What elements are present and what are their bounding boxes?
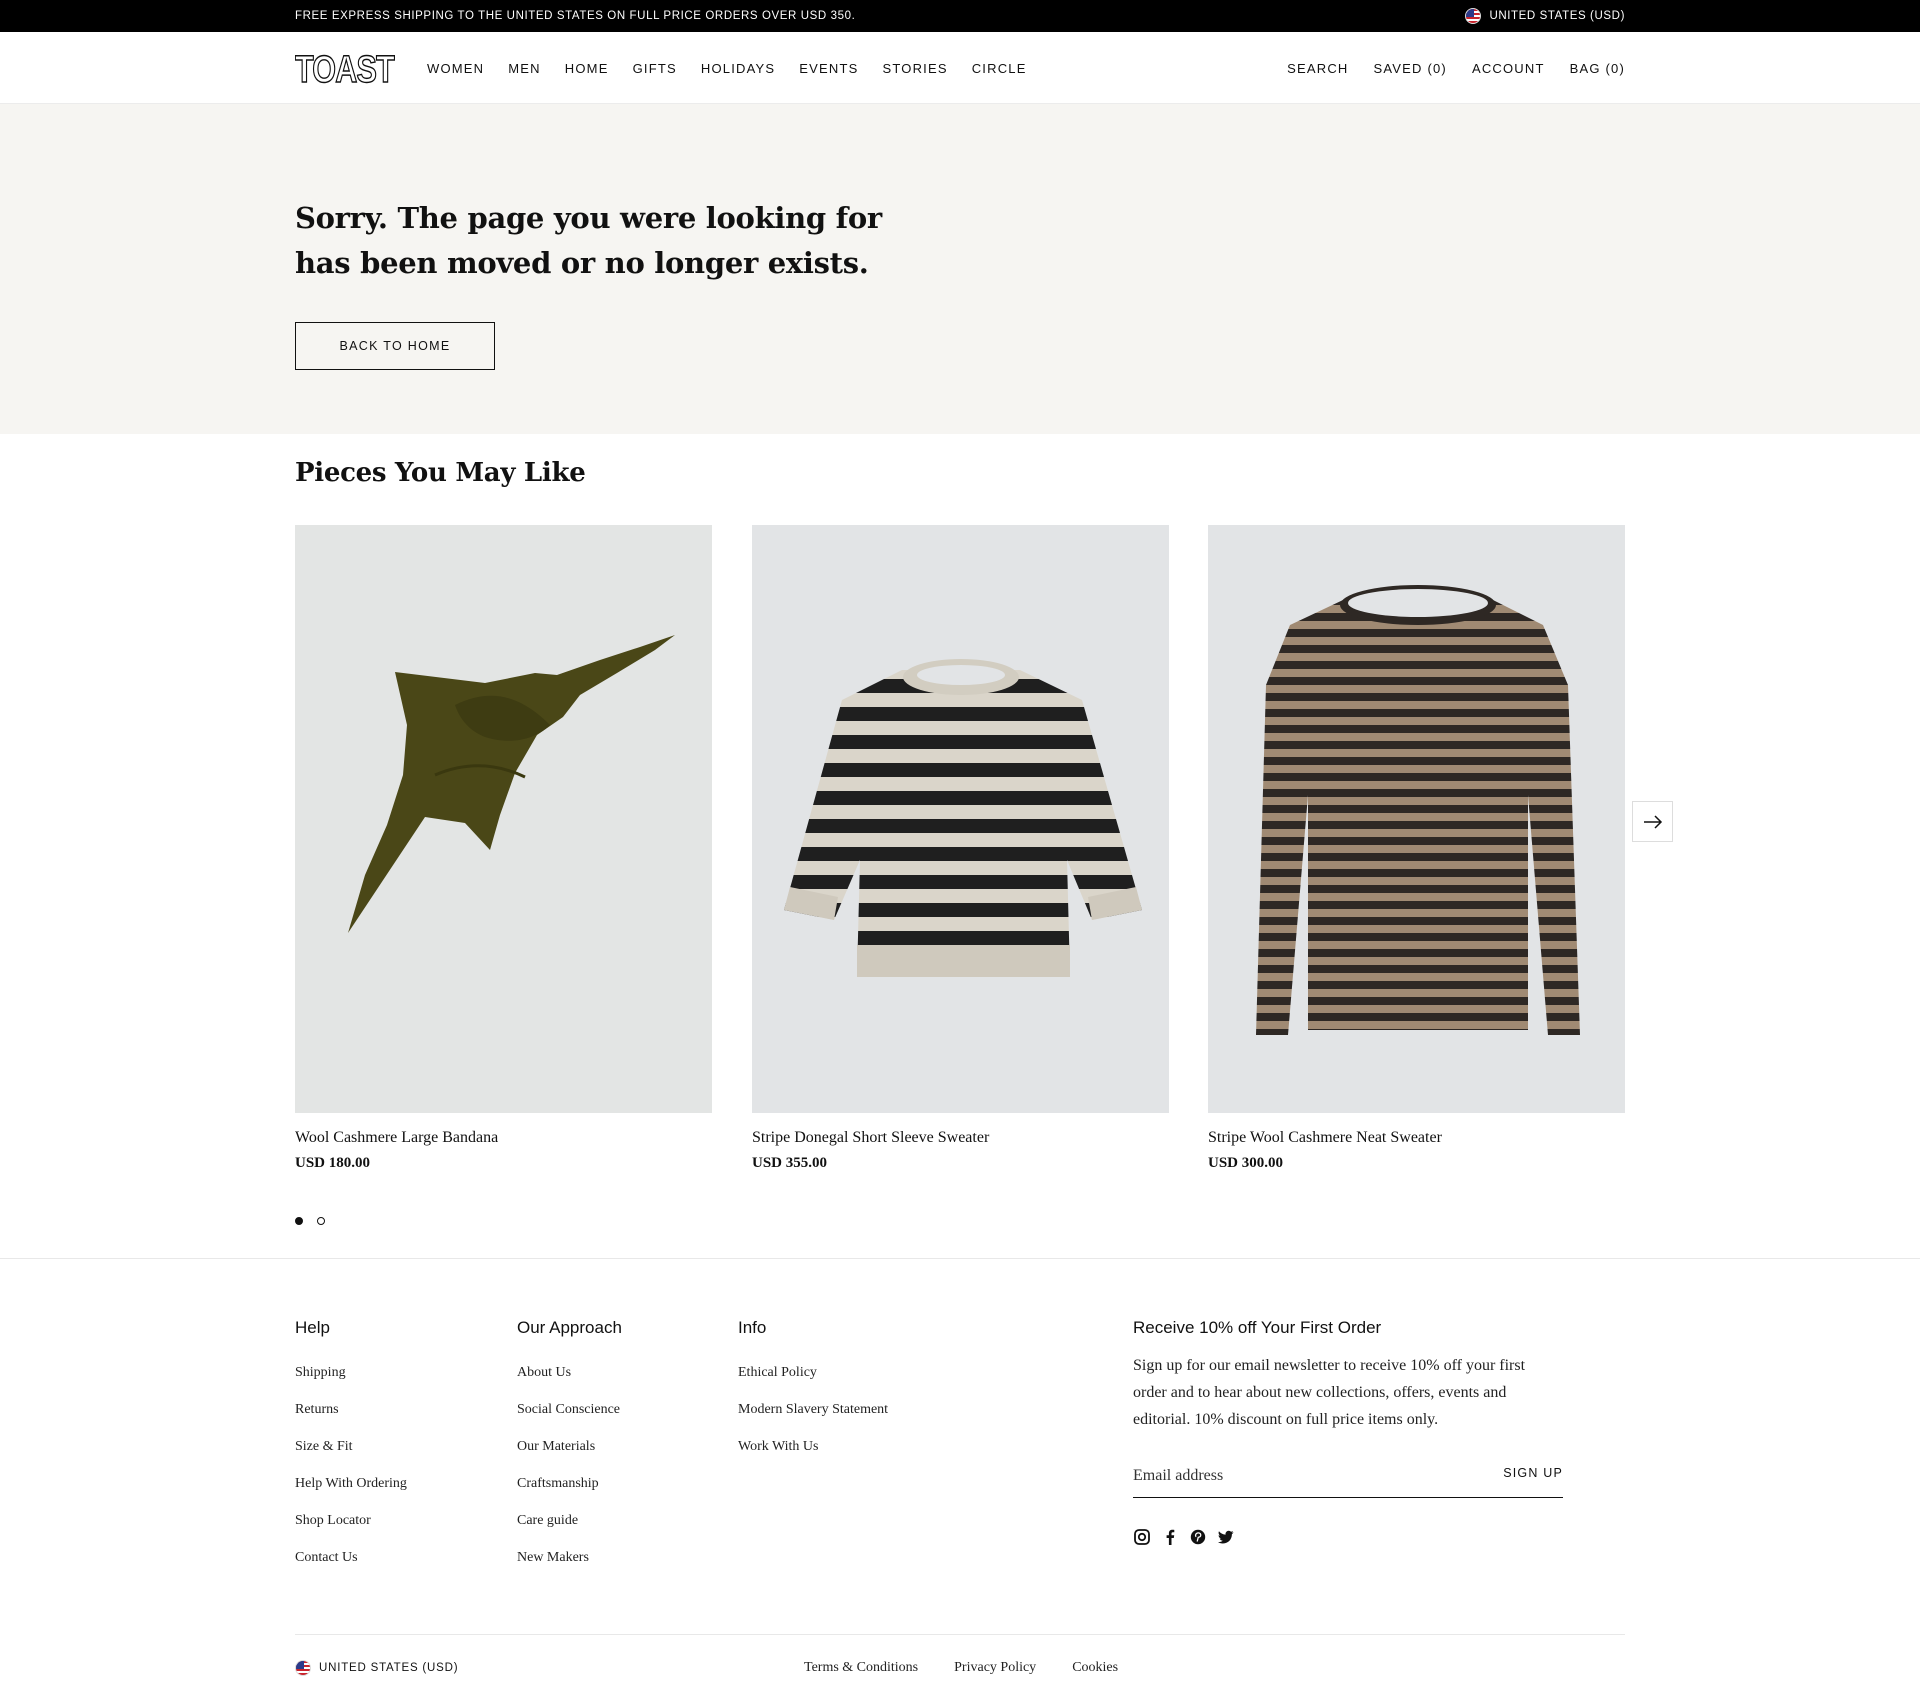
nav-stories[interactable]: STORIES (882, 61, 947, 76)
saved-link[interactable]: SAVED (0) (1374, 61, 1447, 76)
product-image-bandana[interactable] (295, 525, 712, 1113)
nav-holidays[interactable]: HOLIDAYS (701, 61, 775, 76)
us-flag-icon (1465, 8, 1482, 24)
nav-men[interactable]: MEN (508, 61, 541, 76)
twitter-icon[interactable] (1217, 1528, 1235, 1546)
region-label: UNITED STATES (USD) (1489, 10, 1625, 22)
account-link[interactable]: ACCOUNT (1472, 61, 1545, 76)
announcement-bar: FREE EXPRESS SHIPPING TO THE UNITED STAT… (0, 0, 1920, 32)
footer-divider (295, 1634, 1625, 1635)
email-form: SIGN UP (1133, 1458, 1563, 1498)
footer-link-ethical-policy[interactable]: Ethical Policy (738, 1354, 888, 1391)
shipping-message: FREE EXPRESS SHIPPING TO THE UNITED STAT… (295, 10, 856, 22)
footer-link-about[interactable]: About Us (517, 1354, 622, 1391)
footer-info-title: Info (738, 1318, 767, 1337)
back-to-home-button[interactable]: BACK TO HOME (295, 322, 495, 370)
product-image-stripe-cashmere[interactable] (1208, 525, 1625, 1113)
toast-logo[interactable]: TOAST (295, 50, 395, 86)
newsletter-description: Sign up for our email newsletter to rece… (1133, 1357, 1526, 1428)
product-card[interactable]: Stripe Donegal Short Sleeve Sweater USD … (752, 525, 1169, 1172)
pinterest-icon[interactable] (1189, 1528, 1207, 1546)
footer-help-title: Help (295, 1318, 330, 1337)
nav-circle[interactable]: CIRCLE (972, 61, 1027, 76)
nav-home[interactable]: HOME (565, 61, 609, 76)
product-name[interactable]: Stripe Donegal Short Sleeve Sweater (752, 1129, 1169, 1147)
footer-link-new-makers[interactable]: New Makers (517, 1539, 622, 1576)
footer-link-craftsmanship[interactable]: Craftsmanship (517, 1465, 622, 1502)
footer-link-contact[interactable]: Contact Us (295, 1539, 407, 1576)
footer-help: Help Shipping Returns Size & Fit Help Wi… (295, 1318, 407, 1576)
section-divider (0, 1258, 1920, 1259)
footer-info: Info Ethical Policy Modern Slavery State… (738, 1318, 888, 1465)
footer-link-materials[interactable]: Our Materials (517, 1428, 622, 1465)
social-links (1133, 1528, 1235, 1546)
product-price: USD 355.00 (752, 1155, 828, 1171)
cookies-link[interactable]: Cookies (1072, 1660, 1118, 1676)
footer-link-work-with-us[interactable]: Work With Us (738, 1428, 888, 1465)
product-card[interactable]: Stripe Wool Cashmere Neat Sweater USD 30… (1208, 525, 1625, 1172)
bag-link[interactable]: BAG (0) (1570, 61, 1625, 76)
footer-link-returns[interactable]: Returns (295, 1391, 407, 1428)
footer-link-help-ordering[interactable]: Help With Ordering (295, 1465, 407, 1502)
product-price: USD 300.00 (1208, 1155, 1284, 1171)
footer-link-shop-locator[interactable]: Shop Locator (295, 1502, 407, 1539)
recommendations-title: Pieces You May Like (295, 458, 586, 488)
footer-link-social-conscience[interactable]: Social Conscience (517, 1391, 622, 1428)
sign-up-button[interactable]: SIGN UP (1503, 1466, 1563, 1480)
footer-region-label: UNITED STATES (USD) (319, 1662, 459, 1674)
product-name[interactable]: Stripe Wool Cashmere Neat Sweater (1208, 1129, 1625, 1147)
carousel-pagination (295, 1217, 325, 1225)
email-input[interactable] (1133, 1458, 1463, 1494)
footer-link-shipping[interactable]: Shipping (295, 1354, 407, 1391)
carousel-dot-2[interactable] (317, 1217, 325, 1225)
arrow-right-icon (1643, 814, 1662, 829)
terms-link[interactable]: Terms & Conditions (804, 1660, 918, 1676)
legal-links: Terms & Conditions Privacy Policy Cookie… (804, 1660, 1118, 1676)
nav-gifts[interactable]: GIFTS (633, 61, 677, 76)
footer-region-selector[interactable]: UNITED STATES (USD) (295, 1660, 458, 1676)
utility-nav: SEARCH SAVED (0) ACCOUNT BAG (0) (1287, 32, 1625, 104)
product-price: USD 180.00 (295, 1155, 371, 1171)
product-card[interactable]: Wool Cashmere Large Bandana USD 180.00 (295, 525, 712, 1172)
footer-approach-title: Our Approach (517, 1318, 622, 1337)
footer-link-modern-slavery[interactable]: Modern Slavery Statement (738, 1391, 888, 1428)
product-image-stripe-donegal[interactable] (752, 525, 1169, 1113)
nav-events[interactable]: EVENTS (799, 61, 858, 76)
carousel-dot-1[interactable] (295, 1217, 303, 1225)
privacy-link[interactable]: Privacy Policy (954, 1660, 1036, 1676)
main-nav: WOMEN MEN HOME GIFTS HOLIDAYS EVENTS STO… (427, 32, 1027, 104)
product-name[interactable]: Wool Cashmere Large Bandana (295, 1129, 712, 1147)
footer-link-care-guide[interactable]: Care guide (517, 1502, 622, 1539)
error-hero: Sorry. The page you were looking for has… (0, 104, 1920, 434)
us-flag-icon (295, 1660, 311, 1676)
facebook-icon[interactable] (1161, 1528, 1179, 1546)
carousel-next-button[interactable] (1632, 801, 1673, 842)
error-heading: Sorry. The page you were looking for has… (295, 201, 882, 280)
instagram-icon[interactable] (1133, 1528, 1151, 1546)
svg-text:TOAST: TOAST (295, 50, 395, 86)
footer-link-size-fit[interactable]: Size & Fit (295, 1428, 407, 1465)
search-link[interactable]: SEARCH (1287, 61, 1348, 76)
newsletter-title: Receive 10% off Your First Order (1133, 1318, 1382, 1337)
newsletter-signup: Receive 10% off Your First Order Sign up… (1133, 1318, 1563, 1545)
site-header: TOAST WOMEN MEN HOME GIFTS HOLIDAYS EVEN… (0, 32, 1920, 104)
region-selector[interactable]: UNITED STATES (USD) (1465, 0, 1625, 32)
nav-women[interactable]: WOMEN (427, 61, 484, 76)
footer-approach: Our Approach About Us Social Conscience … (517, 1318, 622, 1576)
